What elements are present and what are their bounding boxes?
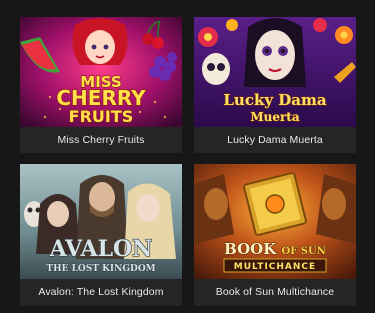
logo-text-line3: MULTICHANCE <box>234 262 316 272</box>
game-title: Book of Sun Multichance <box>215 286 335 298</box>
game-card-lucky-dama-muerta[interactable]: Lucky Dama Muerta Lucky Dama Muerta <box>194 17 356 153</box>
logo-text-line3: FRUITS <box>69 107 134 126</box>
logo-text-line2: OF SUN <box>282 246 326 257</box>
logo-text-line2: Muerta <box>250 110 300 124</box>
game-card-book-of-sun-multichance[interactable]: BOOK OF SUN MULTICHANCE Book of Sun Mult… <box>194 164 356 306</box>
game-title: Lucky Dama Muerta <box>227 134 323 146</box>
game-thumbnail[interactable]: AVALON THE LOST KINGDOM <box>20 164 182 279</box>
game-title: Avalon: The Lost Kingdom <box>38 286 164 298</box>
game-card-avalon-the-lost-kingdom[interactable]: AVALON THE LOST KINGDOM Avalon: The Lost… <box>20 164 182 306</box>
game-grid: MISS CHERRY FRUITS Miss Cherry Fruits Lu… <box>20 17 362 313</box>
game-thumbnail[interactable]: BOOK OF SUN MULTICHANCE <box>194 164 356 279</box>
logo-text-line2: THE LOST KINGDOM <box>46 264 155 274</box>
logo-text-line1: AVALON <box>49 236 153 262</box>
logo-text-line1: Lucky Dama <box>223 91 327 109</box>
logo-text-line1: BOOK <box>224 240 277 258</box>
game-thumbnail[interactable]: Lucky Dama Muerta <box>194 17 356 127</box>
game-title: Miss Cherry Fruits <box>57 134 145 146</box>
game-card-miss-cherry-fruits[interactable]: MISS CHERRY FRUITS Miss Cherry Fruits <box>20 17 182 153</box>
game-thumbnail[interactable]: MISS CHERRY FRUITS <box>20 17 182 127</box>
